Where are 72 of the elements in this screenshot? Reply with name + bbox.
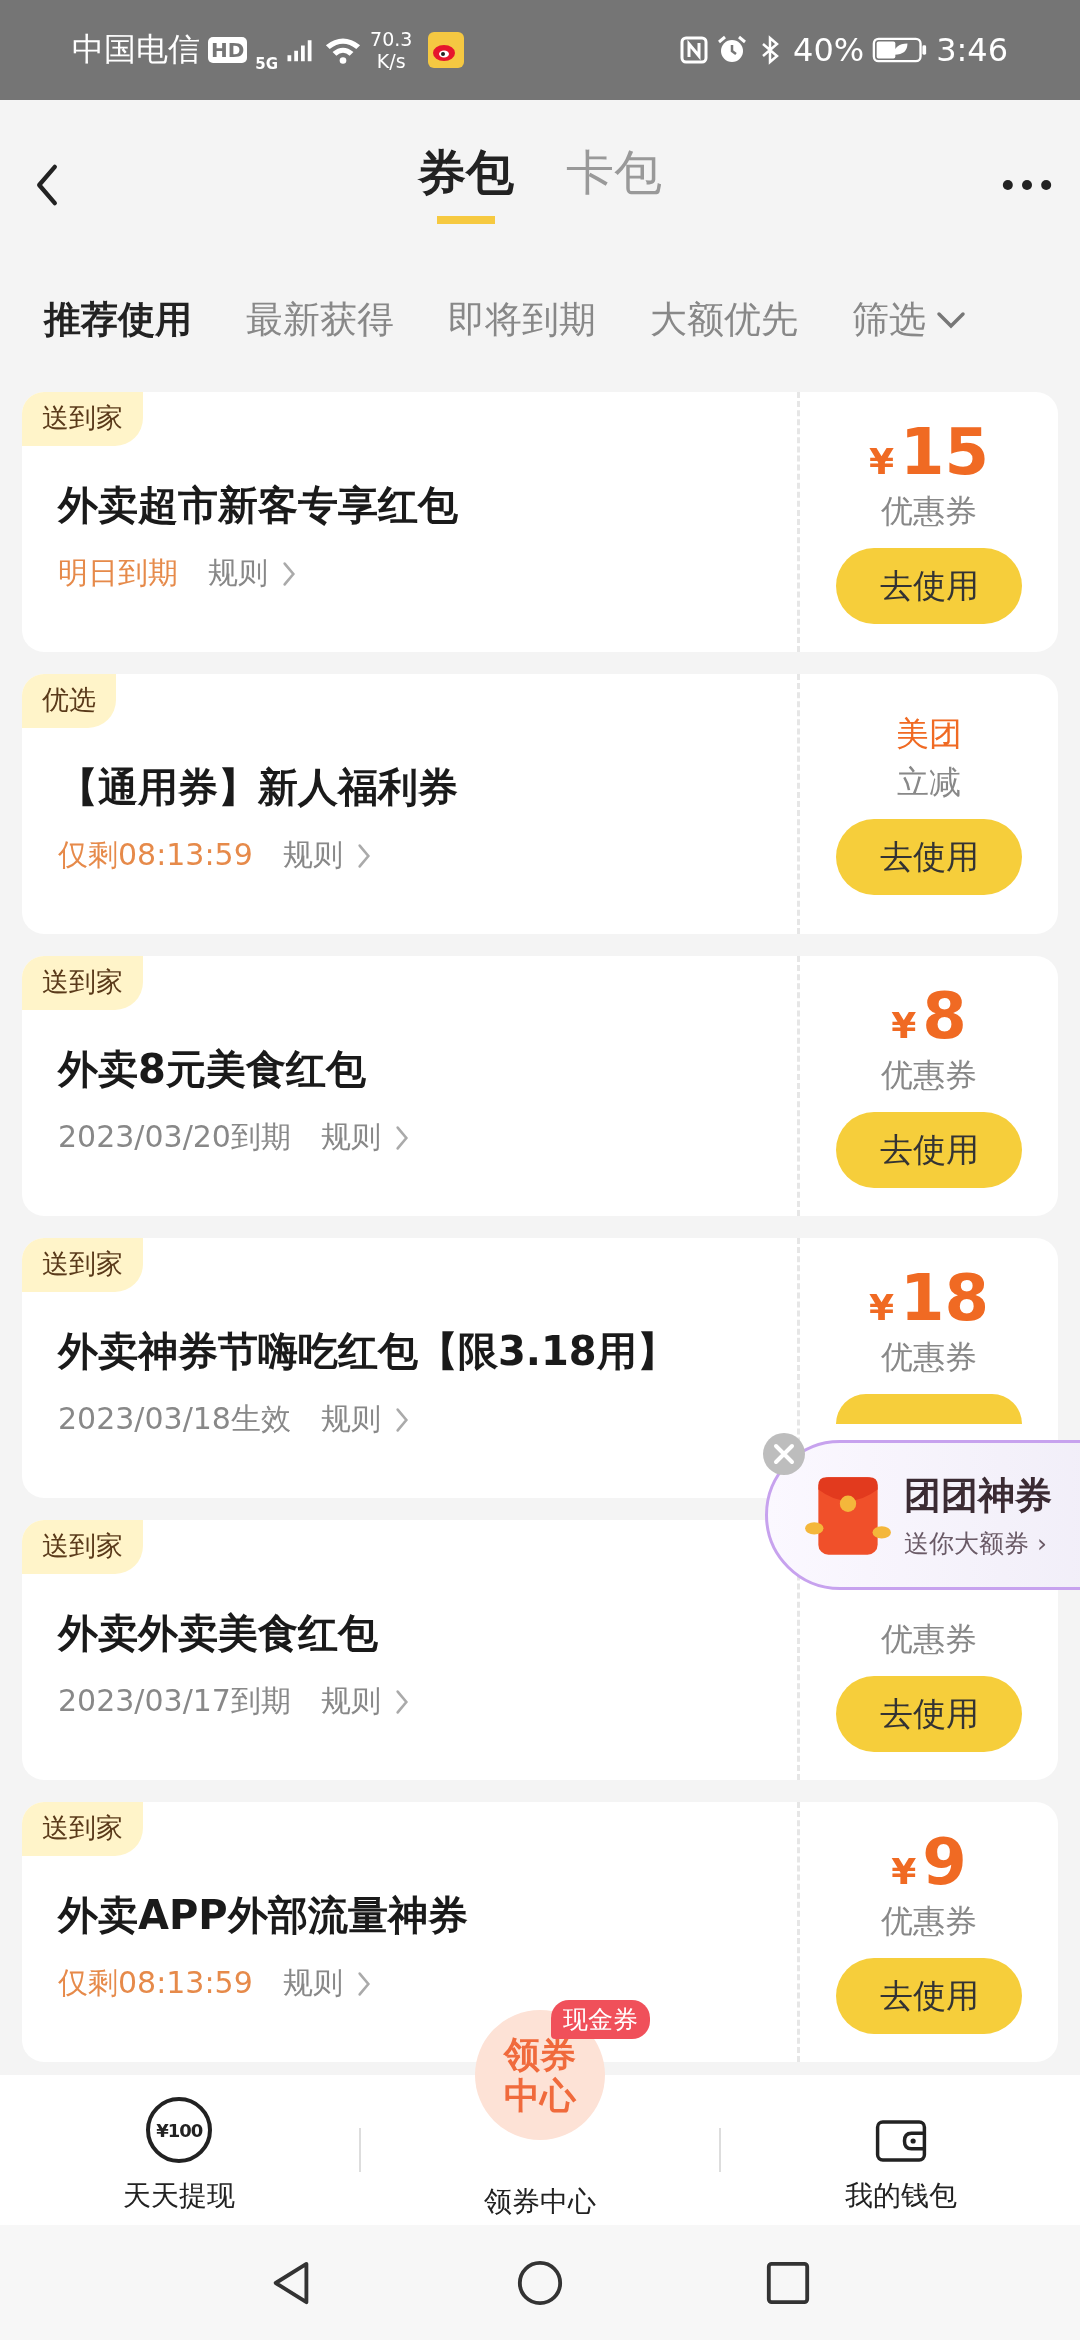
coupon-title: 外卖外卖美食红包 (58, 1609, 379, 1658)
coupon-tag: 送到家 (22, 392, 143, 446)
home-nav-icon[interactable] (516, 2258, 564, 2307)
coupon-tag: 送到家 (22, 1802, 143, 1856)
coupon-type: 立减 (897, 762, 961, 804)
coupon-title: 外卖神券节嗨吃红包【限3.18用】 (58, 1327, 678, 1376)
coupon-title: 外卖APP外部流量神券 (58, 1891, 469, 1940)
promo-popup[interactable]: 团团神券 送你大额券 › (765, 1440, 1080, 1590)
alarm-icon (717, 35, 747, 65)
use-button[interactable]: 去使用 (836, 819, 1022, 896)
battery-icon (872, 35, 929, 65)
chevron-icon (394, 1406, 409, 1433)
network-type: 5G (255, 55, 279, 73)
speed-unit: K/s (376, 50, 406, 72)
use-button[interactable]: 去使用 (836, 1958, 1022, 2034)
speed-value: 70.3 (370, 28, 413, 50)
use-button[interactable]: 去使用 (836, 548, 1022, 624)
rules-link[interactable]: 规则 (320, 1399, 381, 1440)
coupon-amount: ¥8 (891, 984, 967, 1048)
coupon-amount: ¥15 (868, 420, 990, 484)
coupon-tag: 优选 (22, 674, 116, 728)
chevron-icon (356, 842, 371, 869)
rules-link[interactable]: 规则 (282, 1963, 343, 2004)
hd-badge: HD (208, 37, 248, 63)
app-notification-icon (428, 32, 465, 68)
rules-link[interactable]: 规则 (208, 553, 268, 594)
coupon-tag: 送到家 (22, 1238, 143, 1292)
chevron-icon (282, 560, 296, 587)
expiry-text: 仅剩08:13:59 (58, 836, 253, 874)
promo-subtitle: 送你大额券 › (904, 1527, 1048, 1560)
coupon-amount: ¥9 (891, 1830, 967, 1894)
rules-link[interactable]: 规则 (320, 1681, 381, 1722)
coupon-title: 外卖8元美食红包 (58, 1045, 367, 1094)
cash-icon[interactable]: ¥100 (146, 2097, 213, 2163)
battery-percent: 40% (793, 31, 865, 69)
chevron-icon (394, 1688, 409, 1715)
tab[interactable]: 券包 (418, 145, 514, 225)
nav-label[interactable]: 我的钱包 (844, 2177, 957, 2215)
coupon-title: 【通用券】新人福利券 (58, 763, 459, 812)
coupon-type: 优惠券 (881, 1337, 977, 1378)
clock-time: 3:46 (936, 31, 1008, 69)
rules-link[interactable]: 规则 (282, 835, 343, 876)
coupon-amount: ¥18 (868, 1266, 990, 1330)
coupon-type: 优惠券 (881, 1619, 977, 1660)
promo-title: 团团神券 (904, 1472, 1052, 1519)
coupon-type: 优惠券 (881, 491, 977, 532)
coupon-brand: 美团 (896, 712, 962, 755)
more-icon[interactable] (1002, 179, 1052, 191)
coupon-type: 优惠券 (881, 1901, 977, 1942)
coupon-title: 外卖超市新客专享红包 (58, 481, 459, 530)
expiry-text: 2023/03/17到期 (58, 1682, 291, 1720)
expiry-text: 仅剩08:13:59 (58, 1964, 253, 2002)
nfc-icon (679, 35, 709, 65)
expiry-text: 2023/03/18生效 (58, 1400, 291, 1438)
chevron-down-icon (936, 311, 966, 329)
cash-coupon-badge: 现金券 (550, 2000, 650, 2039)
back-icon[interactable] (34, 163, 60, 207)
use-button[interactable]: 去使用 (836, 1676, 1022, 1752)
expiry-text: 明日到期 (58, 554, 178, 592)
coupon-tag: 送到家 (22, 956, 143, 1010)
coupon-type: 优惠券 (881, 1055, 977, 1096)
use-button[interactable]: 去使用 (836, 1112, 1022, 1188)
filter-tab[interactable]: 推荐使用 (44, 295, 192, 345)
expiry-text: 2023/03/20到期 (58, 1118, 291, 1156)
coupon-tag: 送到家 (22, 1520, 143, 1574)
chevron-icon (394, 1124, 409, 1151)
rules-link[interactable]: 规则 (320, 1117, 381, 1158)
chevron-icon (356, 1970, 371, 1997)
wallet-icon[interactable] (874, 2119, 927, 2163)
nav-label[interactable]: 领券中心 (484, 2183, 596, 2221)
carrier-name: 中国电信 (72, 29, 200, 70)
nav-label[interactable]: 天天提现 (123, 2177, 236, 2215)
